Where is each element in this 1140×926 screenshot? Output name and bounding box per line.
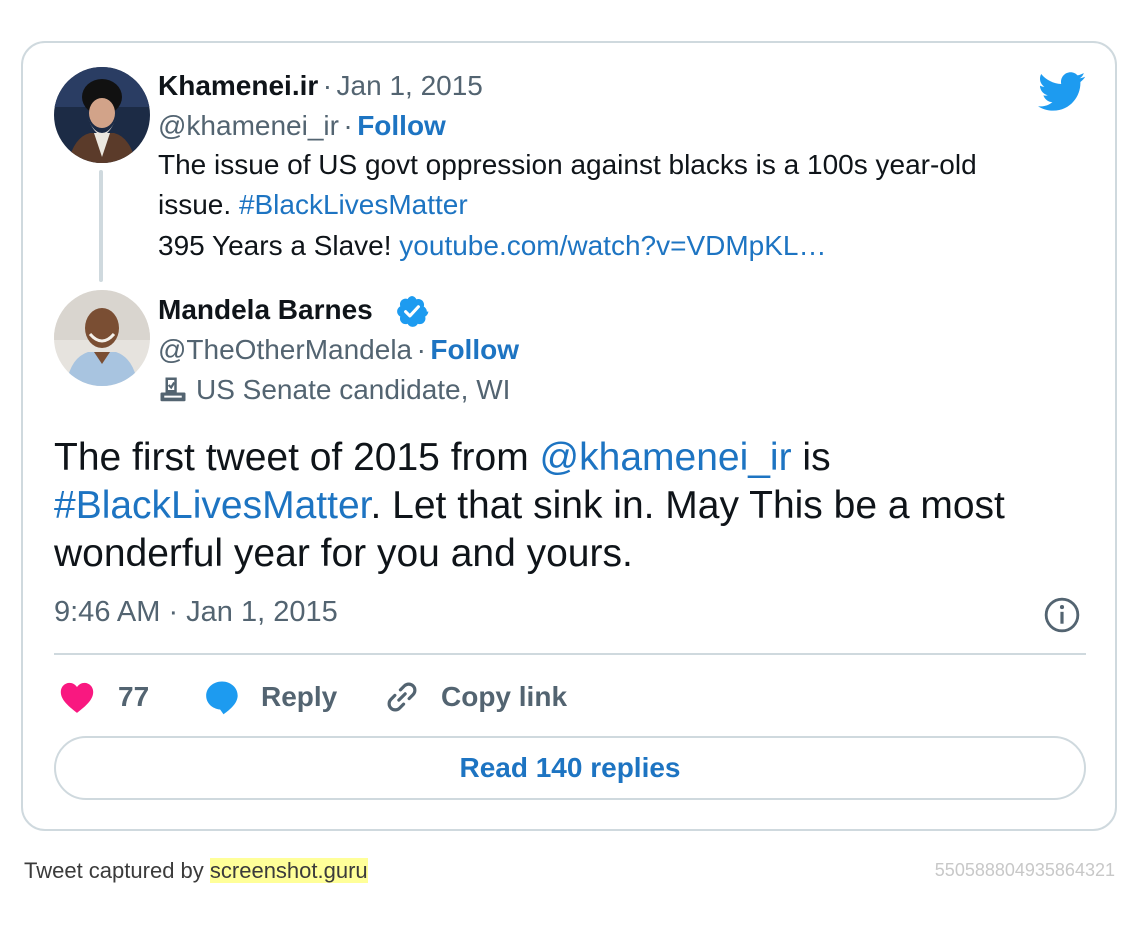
footer-prefix: Tweet captured by xyxy=(24,858,210,883)
author-handle-separator: · xyxy=(416,334,426,365)
footer-brand-link[interactable]: screenshot.guru xyxy=(209,858,368,883)
author-label: US Senate candidate, WI xyxy=(196,374,511,405)
tweet-text-part-3: . Let that sink in. May This be a most xyxy=(370,484,1005,527)
thread-connector-line xyxy=(99,170,103,282)
tweet-text-part-2: is xyxy=(791,436,831,479)
author-handle[interactable]: @TheOtherMandela xyxy=(158,334,412,365)
author-header: Mandela Barnes xyxy=(158,294,373,326)
quoted-youtube-link[interactable]: youtube.com/watch?v=VDMpKL… xyxy=(399,230,826,261)
reply-bubble-icon[interactable] xyxy=(203,678,241,716)
reply-button[interactable]: Reply xyxy=(261,681,337,713)
quoted-text-line-2: issue. #BlackLivesMatter xyxy=(158,185,468,225)
footer-tweet-id: 550588804935864321 xyxy=(934,860,1115,880)
info-icon[interactable] xyxy=(1043,596,1081,634)
ballot-box-icon xyxy=(160,377,186,402)
link-icon[interactable] xyxy=(383,678,421,716)
footer-caption: Tweet captured by screenshot.guru xyxy=(24,858,368,884)
quoted-text-line-1: The issue of US govt oppression against … xyxy=(158,149,977,180)
khamenei-avatar[interactable] xyxy=(54,67,150,163)
quoted-author-name[interactable]: Khamenei.ir xyxy=(158,70,318,101)
quoted-header: Khamenei.ir · Jan 1, 2015 xyxy=(158,70,483,102)
quoted-handle[interactable]: @khamenei_ir xyxy=(158,110,339,141)
tweet-text-line-3: wonderful year for you and yours. xyxy=(54,532,633,575)
quoted-handle-line: @khamenei_ir · Follow xyxy=(158,110,446,142)
tweet-text: The first tweet of 2015 from @khamenei_i… xyxy=(54,434,1094,578)
quoted-date[interactable]: Jan 1, 2015 xyxy=(337,70,483,101)
author-name[interactable]: Mandela Barnes xyxy=(158,294,373,325)
heart-icon[interactable] xyxy=(59,680,95,714)
quoted-separator: · xyxy=(322,70,333,101)
tweet-mention-link[interactable]: @khamenei_ir xyxy=(540,436,792,479)
quoted-hashtag-link[interactable]: #BlackLivesMatter xyxy=(239,189,468,220)
actions-divider xyxy=(54,653,1086,655)
tweet-hashtag-link[interactable]: #BlackLivesMatter xyxy=(54,484,370,527)
quoted-follow-button[interactable]: Follow xyxy=(357,110,446,141)
twitter-bird-icon[interactable] xyxy=(1038,72,1086,112)
quoted-text-line-3-prefix: 395 Years a Slave! xyxy=(158,230,400,261)
tweet-timestamp[interactable]: 9:46 AM · Jan 1, 2015 xyxy=(54,596,338,629)
read-replies-button[interactable]: Read 140 replies xyxy=(54,736,1086,800)
mandela-barnes-avatar[interactable] xyxy=(54,290,150,386)
quoted-text-line-2-prefix: issue. xyxy=(158,189,239,220)
copy-link-button[interactable]: Copy link xyxy=(441,681,567,713)
tweet-text-part-1: The first tweet of 2015 from xyxy=(54,436,540,479)
author-follow-button[interactable]: Follow xyxy=(430,334,519,365)
quoted-handle-separator: · xyxy=(343,110,353,141)
verified-badge-icon xyxy=(397,296,429,327)
like-count[interactable]: 77 xyxy=(118,681,149,713)
author-handle-line: @TheOtherMandela · Follow xyxy=(158,334,519,366)
quoted-text-line-3: 395 Years a Slave! youtube.com/watch?v=V… xyxy=(158,226,827,266)
